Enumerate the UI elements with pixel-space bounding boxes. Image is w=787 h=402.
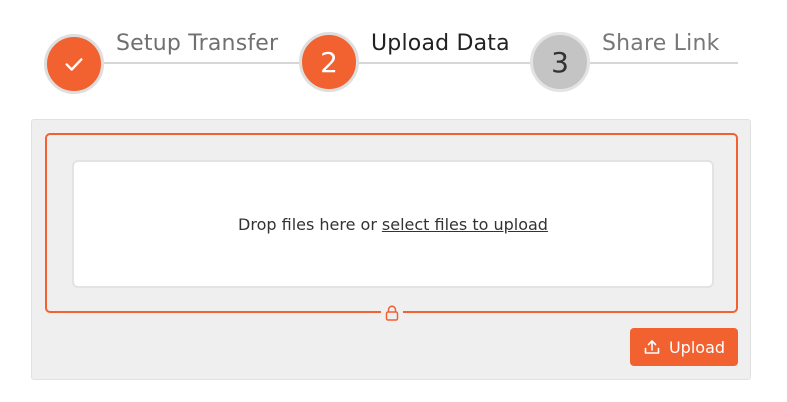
stepper-line-1 xyxy=(101,62,300,64)
dropzone-frame: Drop files here or select files to uploa… xyxy=(45,133,738,323)
upload-button-label: Upload xyxy=(668,337,726,357)
step-3-number: 3 xyxy=(551,45,569,79)
file-dropzone[interactable]: Drop files here or select files to uploa… xyxy=(72,160,714,288)
check-icon xyxy=(65,58,83,71)
select-files-link[interactable]: select files to upload xyxy=(382,215,548,234)
lock-badge xyxy=(381,303,403,323)
stepper-line-2 xyxy=(358,62,531,64)
lock-icon xyxy=(385,305,399,321)
transfer-stepper: Setup Transfer 2 Upload Data 3 Share Lin… xyxy=(0,0,787,110)
step-1-circle xyxy=(44,34,104,94)
step-1-label: Setup Transfer xyxy=(116,31,279,56)
stepper-line-3 xyxy=(590,62,738,64)
step-2-label: Upload Data xyxy=(371,31,510,56)
drop-prompt: Drop files here or xyxy=(238,214,377,234)
upload-panel: Drop files here or select files to uploa… xyxy=(31,119,751,380)
upload-icon xyxy=(644,340,660,354)
upload-button[interactable]: Upload xyxy=(630,328,738,366)
step-2-circle: 2 xyxy=(299,32,359,92)
step-3-circle: 3 xyxy=(530,32,590,92)
step-3-label: Share Link xyxy=(602,31,720,56)
step-2-number: 2 xyxy=(320,45,338,79)
